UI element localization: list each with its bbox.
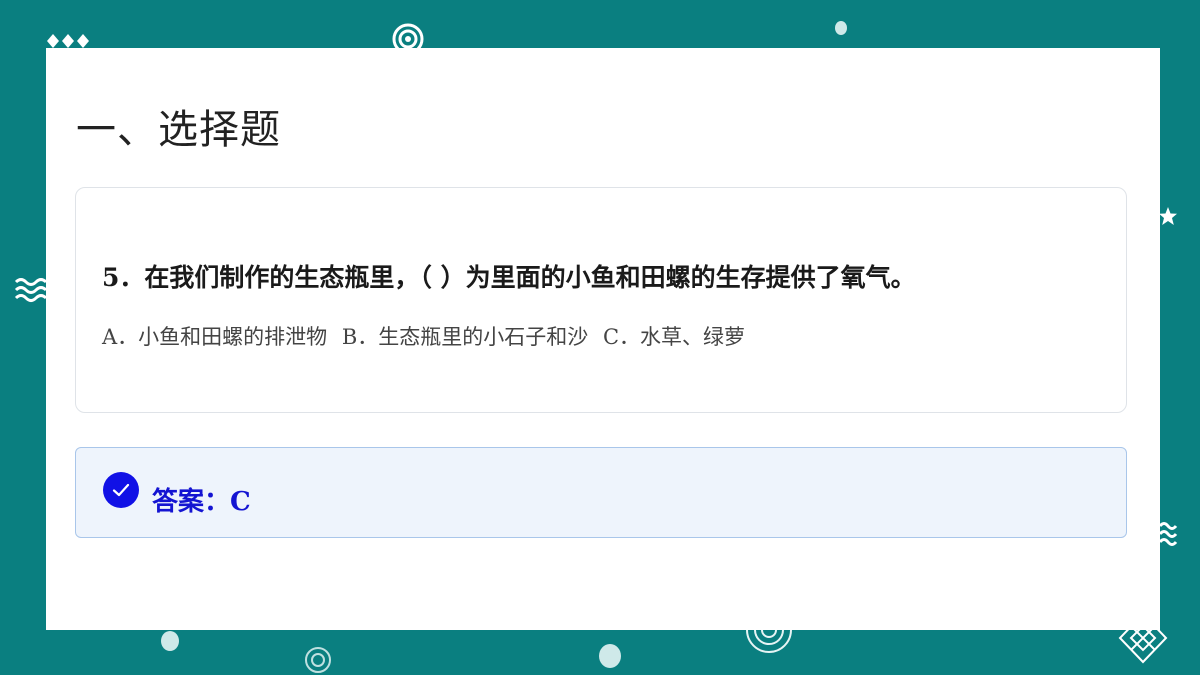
options-line: A．小鱼和田螺的排泄物 B．生态瓶里的小石子和沙 C．水草、绿萝 xyxy=(102,321,753,351)
spiral-icon-bottom xyxy=(305,647,331,673)
dot-icon-bottom xyxy=(599,644,621,668)
diamond-row-icon xyxy=(47,34,89,48)
option-a: A．小鱼和田螺的排泄物 xyxy=(102,325,328,349)
page-title: 一、选择题 xyxy=(76,107,281,153)
wave-icon xyxy=(14,278,48,302)
option-c: C．水草、绿萝 xyxy=(602,325,746,349)
answer-text: 答案：C xyxy=(152,487,251,517)
star-icon xyxy=(1159,207,1177,225)
spiral-icon-bottom-right xyxy=(746,630,792,653)
spiral-icon xyxy=(392,23,424,50)
dot-icon-bottom-left xyxy=(161,631,179,651)
question-text: 5．在我们制作的生态瓶里，（ ）为里面的小鱼和田螺的生存提供了氧气。 xyxy=(102,263,916,292)
slide: 一、选择题 5．在我们制作的生态瓶里，（ ）为里面的小鱼和田螺的生存提供了氧气。… xyxy=(46,48,1160,630)
dot-icon xyxy=(835,21,847,35)
option-b: B．生态瓶里的小石子和沙 xyxy=(341,325,589,349)
answer-card: 答案：C xyxy=(75,447,1127,538)
check-circle-icon xyxy=(103,472,139,508)
wave-icon-right xyxy=(1158,522,1178,546)
question-card: 5．在我们制作的生态瓶里，（ ）为里面的小鱼和田螺的生存提供了氧气。 A．小鱼和… xyxy=(75,187,1127,413)
